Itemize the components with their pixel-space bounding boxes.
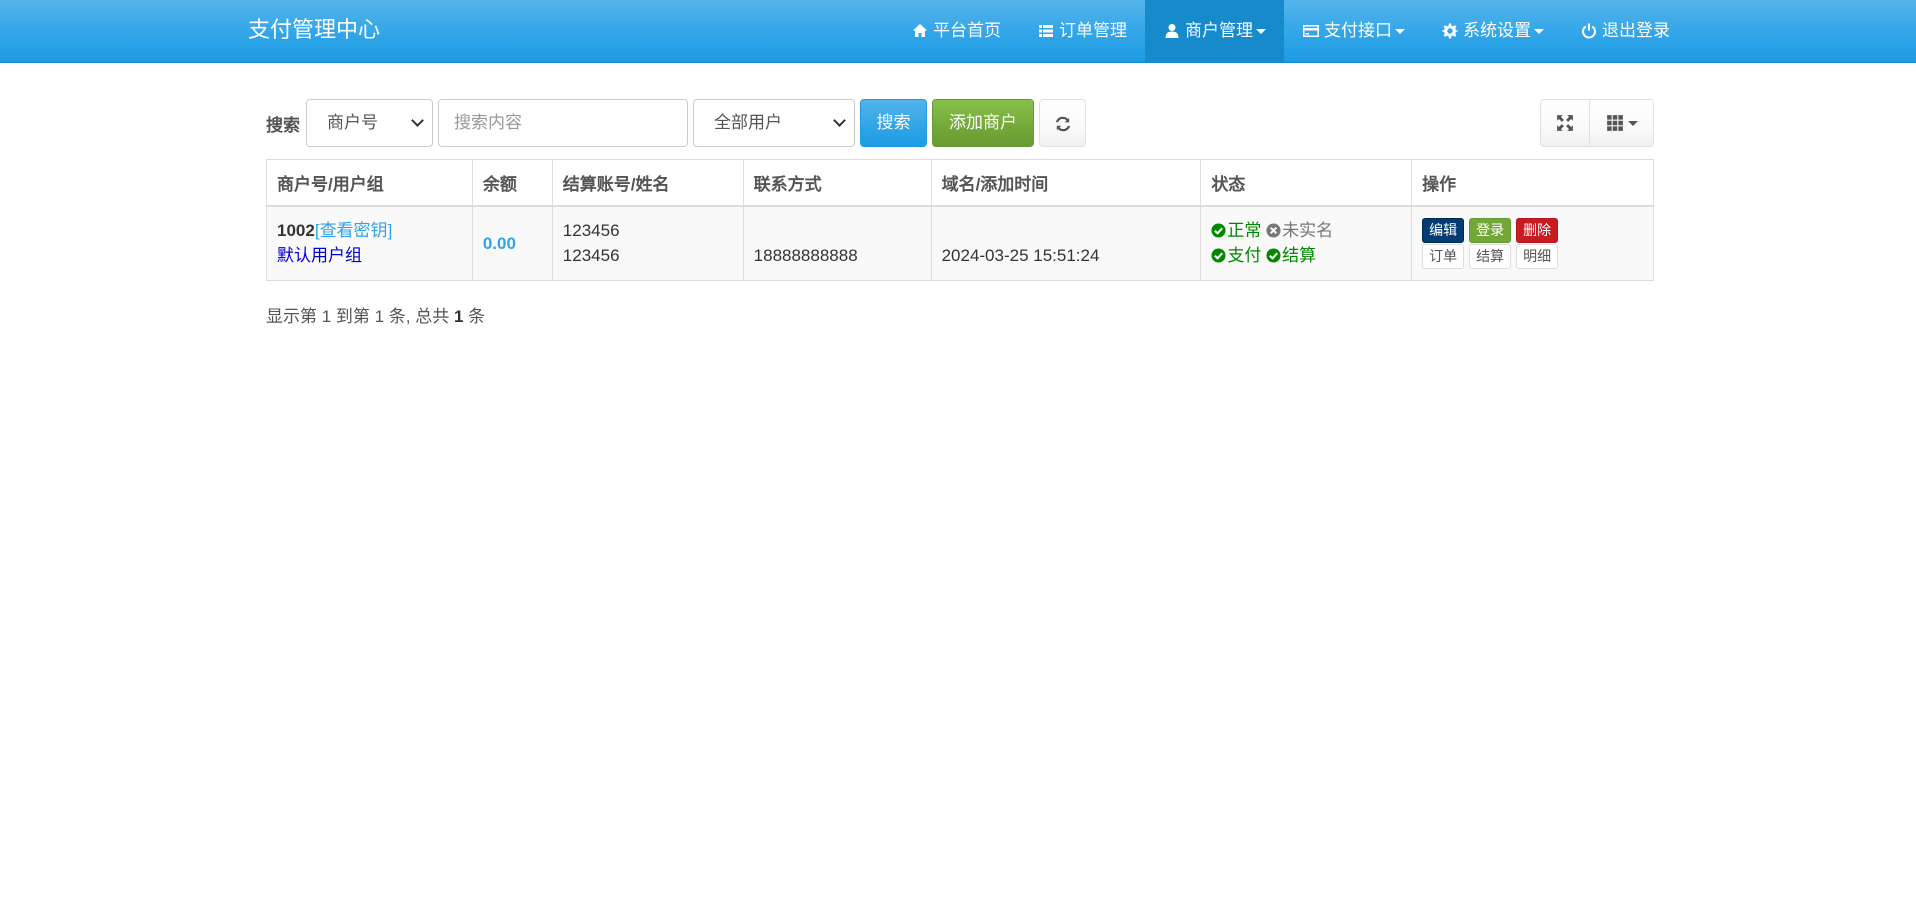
contact-phone: 18888888888 <box>753 246 858 266</box>
columns-toggle-button[interactable] <box>1589 100 1653 146</box>
nav-label: 支付接口 <box>1324 21 1392 40</box>
caret-down-icon <box>1395 28 1405 34</box>
table-tools <box>1540 99 1654 147</box>
cell-account: 123456 123456 <box>551 205 744 281</box>
table-row: 1002[查看密钥] 默认用户组 0.00 123456 123456 1888… <box>266 205 1654 281</box>
view-key-link[interactable]: 查看密钥 <box>320 221 388 240</box>
search-field-select[interactable]: 商户号 <box>306 99 433 147</box>
status-realname[interactable]: 未实名 <box>1266 221 1333 240</box>
search-label: 搜索 <box>266 116 300 135</box>
fullscreen-button[interactable] <box>1541 100 1589 146</box>
column-header[interactable]: 余额 <box>471 159 553 207</box>
settle-account: 123456 <box>562 221 620 241</box>
column-header[interactable]: 域名/添加时间 <box>930 159 1202 207</box>
grid-icon <box>1606 115 1623 131</box>
cell-domain-time: 2024-03-25 15:51:24 <box>930 205 1202 281</box>
added-time: 2024-03-25 15:51:24 <box>941 246 1100 266</box>
fullscreen-icon <box>1557 115 1573 131</box>
cell-actions: 编辑 登录 删除 订单 结算 明细 <box>1411 205 1654 281</box>
pagination-summary: 显示第 1 到第 1 条, 总共 1 条 <box>266 302 485 327</box>
user-icon <box>1165 24 1179 38</box>
balance-value[interactable]: 0.00 <box>483 234 516 253</box>
chevron-down-icon <box>833 114 846 127</box>
login-button[interactable]: 登录 <box>1469 217 1512 243</box>
nav-item-settings[interactable]: 系统设置 <box>1423 0 1562 62</box>
check-circle-icon <box>1211 248 1226 263</box>
cell-status: 正常 未实名 支付 结算 <box>1200 205 1413 281</box>
status-normal[interactable]: 正常 <box>1211 221 1266 240</box>
nav-item-merchants[interactable]: 商户管理 <box>1145 0 1284 62</box>
column-header[interactable]: 状态 <box>1200 159 1413 207</box>
user-filter-value: 全部用户 <box>714 113 782 132</box>
nav-item-payment-api[interactable]: 支付接口 <box>1284 0 1423 62</box>
main-nav: 平台首页 订单管理 商户管理 支付接口 系统设置 退出登录 <box>893 0 1688 62</box>
table-header-row: 商户号/用户组 余额 结算账号/姓名 联系方式 域名/添加时间 状态 操作 <box>266 159 1654 207</box>
check-circle-icon <box>1211 223 1226 238</box>
status-pay[interactable]: 支付 <box>1211 246 1266 265</box>
gear-icon <box>1442 23 1458 39</box>
caret-down-icon <box>1627 120 1638 126</box>
refresh-icon <box>1055 116 1070 131</box>
nav-label: 系统设置 <box>1463 21 1531 40</box>
search-toolbar: 搜索 商户号 全部用户 搜索 添加商户 <box>266 99 1654 147</box>
nav-label: 商户管理 <box>1185 21 1253 40</box>
merchant-id: 1002 <box>277 221 315 241</box>
search-button[interactable]: 搜索 <box>860 99 927 147</box>
status-normal-label: 正常 <box>1227 221 1262 241</box>
user-filter-select[interactable]: 全部用户 <box>693 99 855 147</box>
search-field-value: 商户号 <box>327 113 378 132</box>
nav-label: 订单管理 <box>1059 21 1127 40</box>
settle-name: 123456 <box>562 246 620 266</box>
cell-merchant: 1002[查看密钥] 默认用户组 <box>266 205 473 281</box>
list-icon <box>1039 25 1053 37</box>
column-header[interactable]: 结算账号/姓名 <box>551 159 744 207</box>
nav-label: 退出登录 <box>1602 21 1670 40</box>
nav-item-home[interactable]: 平台首页 <box>893 0 1019 62</box>
detail-button[interactable]: 明细 <box>1516 243 1559 269</box>
nav-item-orders[interactable]: 订单管理 <box>1019 0 1145 62</box>
status-settle-label: 结算 <box>1282 246 1317 266</box>
nav-item-logout[interactable]: 退出登录 <box>1562 0 1688 62</box>
status-pay-label: 支付 <box>1227 246 1262 266</box>
status-realname-label: 未实名 <box>1282 221 1334 241</box>
summary-prefix: 显示第 1 到第 1 条, 总共 <box>266 307 454 326</box>
edit-button[interactable]: 编辑 <box>1422 217 1465 243</box>
caret-down-icon <box>1534 28 1544 34</box>
credit-card-icon <box>1303 25 1319 37</box>
settle-button[interactable]: 结算 <box>1469 243 1512 269</box>
nav-label: 平台首页 <box>933 21 1001 40</box>
chevron-down-icon <box>411 114 424 127</box>
delete-button[interactable]: 删除 <box>1516 217 1559 243</box>
column-header[interactable]: 联系方式 <box>742 159 932 207</box>
orders-button[interactable]: 订单 <box>1422 243 1465 269</box>
home-icon <box>913 24 927 37</box>
x-circle-icon <box>1266 223 1281 238</box>
refresh-button[interactable] <box>1039 99 1086 147</box>
caret-down-icon <box>1256 28 1266 34</box>
check-circle-icon <box>1266 248 1281 263</box>
column-header[interactable]: 商户号/用户组 <box>266 159 473 207</box>
brand-title[interactable]: 支付管理中心 <box>248 0 380 62</box>
cell-contact: 18888888888 <box>742 205 932 281</box>
add-merchant-button[interactable]: 添加商户 <box>932 99 1034 147</box>
top-navbar: 支付管理中心 平台首页 订单管理 商户管理 支付接口 系统设置 退出登录 <box>0 0 1916 63</box>
power-icon <box>1582 23 1596 39</box>
user-group-link[interactable]: 默认用户组 <box>277 246 362 265</box>
column-header[interactable]: 操作 <box>1411 159 1654 207</box>
search-input[interactable] <box>438 99 688 147</box>
status-settle[interactable]: 结算 <box>1266 246 1316 265</box>
merchant-table: 商户号/用户组 余额 结算账号/姓名 联系方式 域名/添加时间 状态 操作 10… <box>266 159 1654 281</box>
cell-balance: 0.00 <box>471 205 553 281</box>
summary-suffix: 条 <box>463 307 486 326</box>
